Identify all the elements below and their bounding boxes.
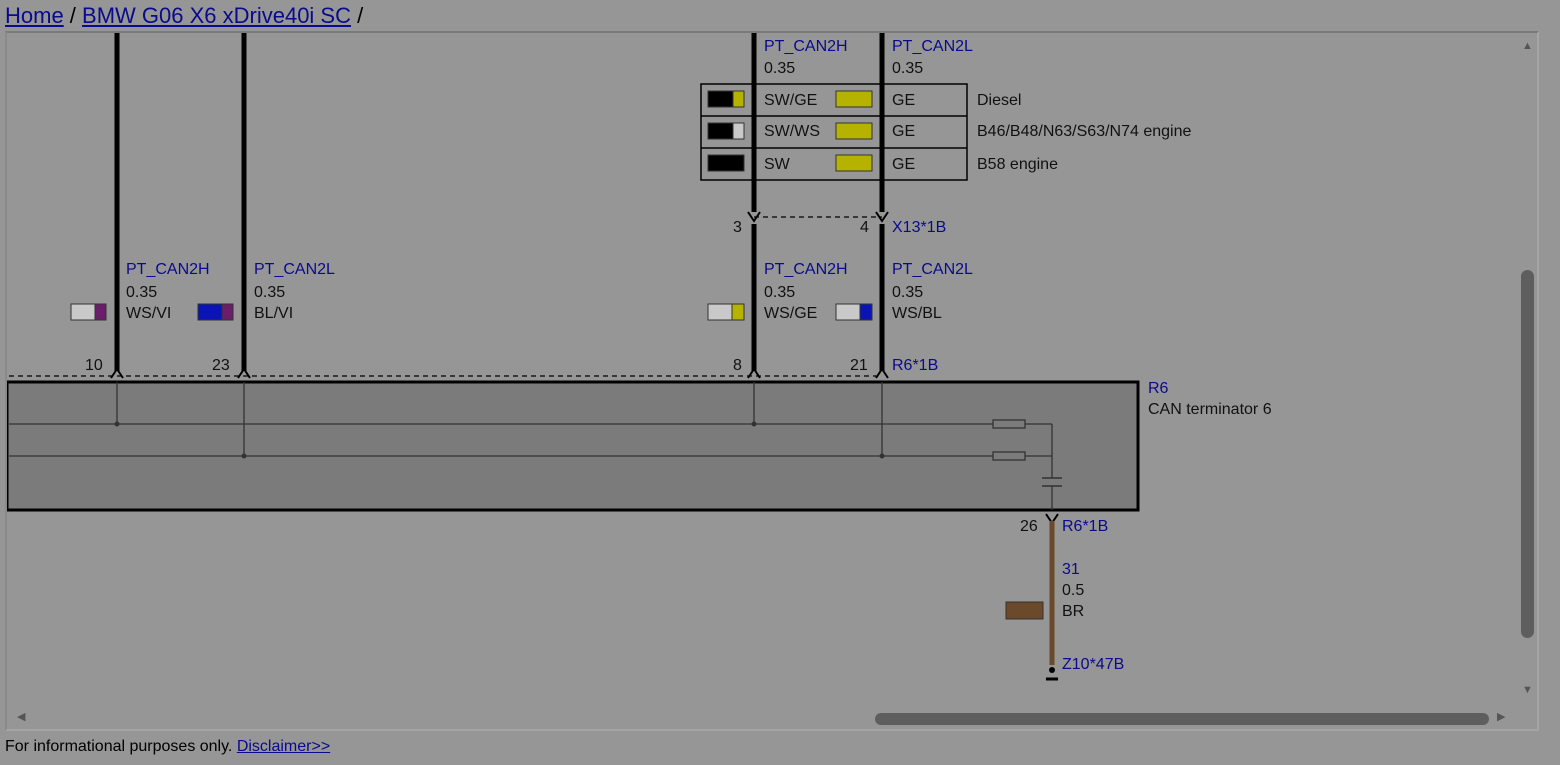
color-swatch-blue [197, 303, 223, 321]
pin-number: 4 [860, 219, 869, 236]
color-swatch-yellow [835, 90, 873, 108]
color-swatch-black [707, 154, 745, 172]
color-swatch-yellow [835, 154, 873, 172]
wire-gauge-label: 0.35 [764, 60, 795, 77]
pin-number: 26 [1020, 518, 1038, 535]
wire-signal-label[interactable]: PT_CAN2L [892, 261, 973, 278]
variant-high-color: SW/WS [764, 123, 820, 140]
color-swatch-violet [94, 303, 107, 321]
wire-gauge-label: 0.35 [892, 284, 923, 301]
pin-r6-21[interactable] [875, 367, 889, 379]
color-swatch-black [707, 122, 734, 140]
variant-low-color: GE [892, 92, 915, 109]
wire-signal-label[interactable]: 31 [1062, 561, 1080, 578]
component-name-label: CAN terminator 6 [1148, 401, 1272, 418]
disclaimer-link[interactable]: Disclaimer>> [237, 738, 330, 755]
breadcrumb-home-link[interactable]: Home [5, 3, 64, 28]
component-r6-box[interactable] [7, 380, 1140, 512]
color-swatch-white [835, 303, 861, 321]
breadcrumb-separator: / [63, 3, 83, 28]
wire-gauge-label: 0.35 [254, 284, 285, 301]
horizontal-scrollbar-thumb[interactable] [875, 713, 1489, 725]
color-swatch-yellow [731, 303, 745, 321]
wire-color-label: WS/VI [126, 305, 171, 322]
wiring-diagram: PT_CAN2H 0.35 PT_CAN2L 0.35 SW/GE GE Die… [7, 33, 1272, 681]
color-swatch-white [70, 303, 96, 321]
scroll-left-arrow-icon[interactable]: ◀ [17, 712, 25, 723]
color-swatch-brown [1005, 601, 1044, 620]
wire-signal-label[interactable]: PT_CAN2L [254, 261, 335, 278]
variant-low-color: GE [892, 123, 915, 140]
breadcrumb-separator: / [351, 3, 364, 28]
wire-gauge-label: 0.35 [892, 60, 923, 77]
wire-color-label: BL/VI [254, 305, 293, 322]
wire-signal-label[interactable]: PT_CAN2H [126, 261, 210, 278]
color-swatch-yellow [835, 122, 873, 140]
connector-x13-label[interactable]: X13*1B [892, 219, 946, 236]
component-id-label[interactable]: R6 [1148, 380, 1169, 397]
ground-point-label[interactable]: Z10*47B [1062, 656, 1124, 673]
pin-number: 21 [850, 357, 868, 374]
junction-dot [114, 421, 120, 427]
connector-r6-bottom-label[interactable]: R6*1B [1062, 518, 1108, 535]
wire-color-label: BR [1062, 603, 1084, 620]
pin-number: 23 [212, 357, 230, 374]
variant-note: B46/B48/N63/S63/N74 engine [977, 123, 1191, 140]
junction-dot [241, 453, 247, 459]
color-swatch-violet [221, 303, 234, 321]
wire-signal-label[interactable]: PT_CAN2H [764, 38, 848, 55]
pin-r6-8[interactable] [747, 367, 761, 379]
variant-note: Diesel [977, 92, 1021, 109]
pin-number: 3 [733, 219, 742, 236]
connector-r6-label[interactable]: R6*1B [892, 357, 938, 374]
ground-point-dot [1049, 667, 1055, 673]
wire-signal-label[interactable]: PT_CAN2H [764, 261, 848, 278]
diagram-viewport[interactable]: PT_CAN2H 0.35 PT_CAN2L 0.35 SW/GE GE Die… [5, 31, 1539, 731]
color-swatch-yellow [732, 90, 745, 108]
footer: For informational purposes only. Disclai… [5, 738, 330, 756]
breadcrumb: Home / BMW G06 X6 xDrive40i SC / [5, 3, 363, 29]
pin-number: 10 [85, 357, 103, 374]
junction-dot [751, 421, 757, 427]
variant-note: B58 engine [977, 156, 1058, 173]
junction-dot [879, 453, 885, 459]
wire-gauge-label: 0.35 [126, 284, 157, 301]
wire-color-label: WS/BL [892, 305, 942, 322]
variant-high-color: SW [764, 156, 791, 173]
wire-variant-table: SW/GE GE Diesel SW/WS GE B46/B48/N63/S63… [700, 83, 1191, 181]
breadcrumb-vehicle-link[interactable]: BMW G06 X6 xDrive40i SC [82, 3, 351, 28]
color-swatch-blue [859, 303, 873, 321]
variant-high-color: SW/GE [764, 92, 817, 109]
scroll-up-arrow-icon[interactable]: ▲ [1522, 41, 1533, 52]
scroll-down-arrow-icon[interactable]: ▼ [1522, 685, 1533, 696]
color-swatch-white [707, 303, 733, 321]
wire-signal-label[interactable]: PT_CAN2L [892, 38, 973, 55]
scroll-right-arrow-icon[interactable]: ▶ [1497, 712, 1505, 723]
color-swatch-white [732, 122, 745, 140]
wire-gauge-label: 0.35 [764, 284, 795, 301]
wire-gauge-label: 0.5 [1062, 582, 1084, 599]
wire-color-label: WS/GE [764, 305, 817, 322]
color-swatch-black [707, 90, 734, 108]
pin-number: 8 [733, 357, 742, 374]
vertical-scrollbar-thumb[interactable] [1521, 270, 1534, 638]
footer-text: For informational purposes only. [5, 738, 237, 755]
variant-low-color: GE [892, 156, 915, 173]
